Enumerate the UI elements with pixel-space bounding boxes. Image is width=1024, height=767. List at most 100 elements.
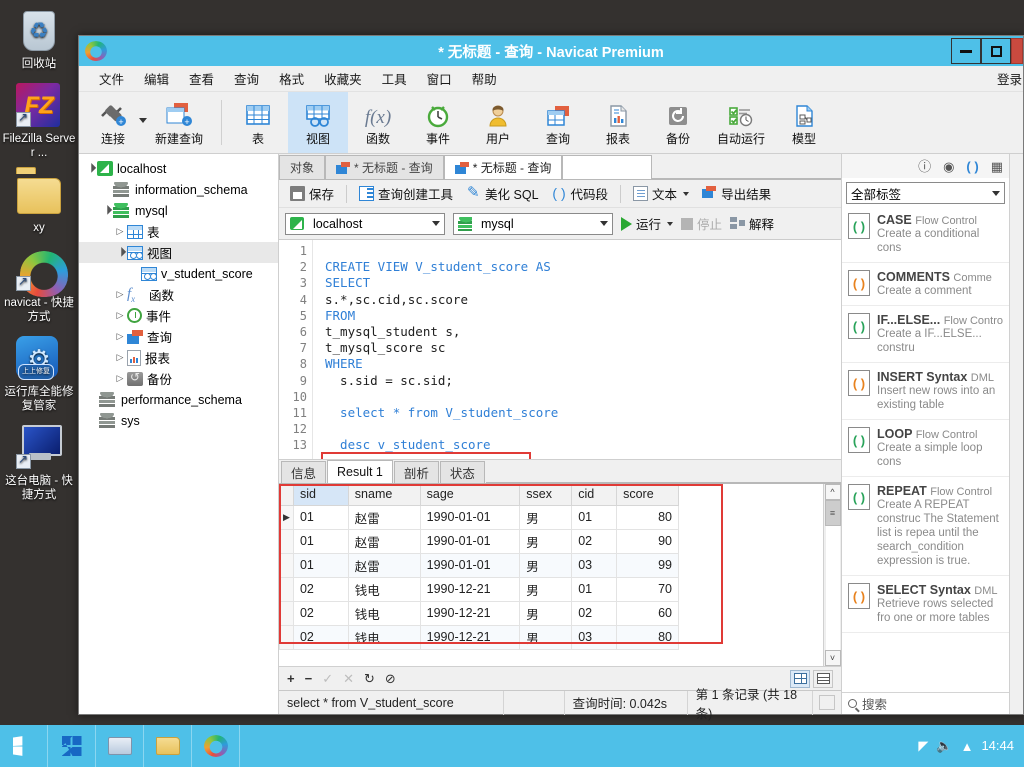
- delete-record-button[interactable]: −: [305, 671, 313, 686]
- expand-arrow-icon[interactable]: [113, 247, 127, 258]
- expand-arrow-icon[interactable]: [99, 205, 113, 216]
- cell-sname[interactable]: 赵雷: [347, 528, 421, 554]
- cell-sname[interactable]: 钱电: [347, 576, 421, 602]
- chevron-down-icon[interactable]: [683, 191, 690, 196]
- window-vertical-scrollbar[interactable]: [1009, 154, 1023, 714]
- tag-filter-select[interactable]: 全部标签: [846, 182, 1005, 204]
- chevron-down-icon[interactable]: [667, 221, 674, 226]
- snippet-item-if-else[interactable]: IF...ELSE... Flow Contro Create a IF...E…: [842, 306, 1009, 363]
- result-grid[interactable]: sid sname sage ssex cid score ▶ 01 赵雷 19…: [279, 484, 823, 666]
- text-button[interactable]: 文本: [628, 182, 694, 205]
- tab-profile[interactable]: 剖析: [393, 461, 439, 483]
- cell-score[interactable]: 70: [616, 576, 679, 602]
- tree-item-information-schema[interactable]: information_schema: [79, 179, 278, 200]
- column-header-sage[interactable]: sage: [419, 484, 521, 506]
- cell-ssex[interactable]: 男: [519, 600, 573, 626]
- column-header-ssex[interactable]: ssex: [519, 484, 573, 506]
- menu-item-window[interactable]: 窗口: [417, 66, 462, 91]
- ribbon-report[interactable]: 报表: [588, 92, 648, 153]
- cell-score[interactable]: 90: [616, 528, 679, 554]
- table-row[interactable]: 02 钱电 1990-12-21 男 01 70: [279, 576, 679, 602]
- collapse-arrow-icon[interactable]: [113, 226, 127, 237]
- cell-ssex[interactable]: 男: [519, 552, 573, 578]
- login-link[interactable]: 登录: [997, 69, 1023, 88]
- ribbon-event[interactable]: 事件: [408, 92, 468, 153]
- ribbon-query[interactable]: 查询: [528, 92, 588, 153]
- stop-button[interactable]: ⊘: [385, 671, 396, 687]
- cell-score[interactable]: 80: [616, 504, 679, 530]
- navigation-sidebar[interactable]: localhost information_schema mysql 表: [79, 154, 279, 714]
- cell-sage[interactable]: 1990-12-21: [419, 624, 521, 650]
- cell-sage[interactable]: 1990-01-01: [419, 504, 521, 530]
- tree-item-queries[interactable]: 查询: [79, 326, 278, 347]
- taskbar-explorer[interactable]: [96, 725, 144, 767]
- column-header-sid[interactable]: sid: [292, 484, 349, 506]
- cell-cid[interactable]: 01: [571, 504, 618, 530]
- cell-sid[interactable]: 02: [292, 600, 349, 626]
- menu-item-query[interactable]: 查询: [224, 66, 269, 91]
- collapse-arrow-icon[interactable]: [113, 373, 127, 384]
- explain-button[interactable]: 解释: [730, 214, 774, 233]
- status-end-icon[interactable]: [813, 695, 841, 710]
- sql-editor[interactable]: 1 2 3 4 5 6 7 8 9 10 11 12 13 CREATE VIE…: [279, 240, 841, 460]
- column-header-score[interactable]: score: [616, 484, 679, 506]
- taskbar-clock[interactable]: 14:44: [981, 739, 1014, 753]
- snippet-button[interactable]: ( ) 代码段: [547, 182, 614, 205]
- save-button[interactable]: 保存: [285, 182, 339, 205]
- snippet-item-repeat[interactable]: REPEAT Flow Control Create A REPEAT cons…: [842, 477, 1009, 576]
- cell-ssex[interactable]: 男: [519, 528, 573, 554]
- result-vertical-scrollbar[interactable]: ^ ≡ ˅: [823, 484, 841, 666]
- menu-item-view[interactable]: 查看: [179, 66, 224, 91]
- tree-item-mysql[interactable]: mysql: [79, 200, 278, 221]
- cell-cid[interactable]: 02: [571, 600, 618, 626]
- tree-item-events[interactable]: 事件: [79, 305, 278, 326]
- cell-cid[interactable]: 03: [571, 624, 618, 650]
- expand-arrow-icon[interactable]: [83, 163, 97, 174]
- desktop-icon-this-pc[interactable]: 这台电脑 - 快捷方式: [0, 425, 78, 502]
- ribbon-backup[interactable]: 备份: [648, 92, 708, 153]
- collapse-arrow-icon[interactable]: [113, 331, 127, 342]
- tree-item-v-student-score[interactable]: v_student_score: [79, 263, 278, 284]
- cell-cid[interactable]: 01: [571, 576, 618, 602]
- cell-sname[interactable]: 钱电: [347, 624, 421, 650]
- desktop-icon-repair-tool[interactable]: 运行库全能修复管家: [0, 336, 78, 413]
- cell-ssex[interactable]: 男: [519, 624, 573, 650]
- ribbon-view[interactable]: 视图: [288, 92, 348, 153]
- desktop-icon-navicat[interactable]: navicat - 快捷方式: [0, 247, 78, 324]
- code-icon[interactable]: ( ): [966, 160, 978, 173]
- snippet-item-loop[interactable]: LOOP Flow Control Create a simple loop c…: [842, 420, 1009, 477]
- cell-sage[interactable]: 1990-12-21: [419, 600, 521, 626]
- ribbon-model[interactable]: 模型: [774, 92, 834, 153]
- menu-item-help[interactable]: 帮助: [462, 66, 507, 91]
- snippet-item-comments[interactable]: COMMENTS Comme Create a comment: [842, 263, 1009, 306]
- refresh-button[interactable]: ↻: [364, 671, 375, 687]
- maximize-button[interactable]: [981, 38, 1011, 64]
- tree-item-reports[interactable]: 报表: [79, 347, 278, 368]
- tree-item-tables[interactable]: 表: [79, 221, 278, 242]
- snippet-item-case[interactable]: CASE Flow Control Create a conditional c…: [842, 206, 1009, 263]
- cell-sage[interactable]: 1990-01-01: [419, 552, 521, 578]
- tab-query-2[interactable]: * 无标题 - 查询: [443, 155, 563, 179]
- export-result-button[interactable]: 导出结果: [697, 182, 776, 205]
- tab-status[interactable]: 状态: [439, 461, 485, 483]
- ribbon-user[interactable]: 用户: [468, 92, 528, 153]
- menu-item-file[interactable]: 文件: [89, 66, 134, 91]
- snippet-search-box[interactable]: 搜索: [842, 692, 1009, 714]
- taskbar-folder[interactable]: [144, 725, 192, 767]
- menu-item-edit[interactable]: 编辑: [134, 66, 179, 91]
- tree-item-functions[interactable]: fx 函数: [79, 284, 278, 305]
- host-select[interactable]: localhost: [285, 212, 445, 235]
- tree-item-performance-schema[interactable]: performance_schema: [79, 389, 278, 410]
- menu-item-tools[interactable]: 工具: [372, 66, 417, 91]
- menu-item-favorites[interactable]: 收藏夹: [314, 66, 372, 91]
- cell-cid[interactable]: 02: [571, 528, 618, 554]
- beautify-sql-button[interactable]: 美化 SQL: [461, 182, 544, 205]
- column-header-sname[interactable]: sname: [347, 484, 421, 506]
- desktop-icon-recycle-bin[interactable]: 回收站: [0, 8, 78, 71]
- column-header-cid[interactable]: cid: [571, 484, 618, 506]
- snippet-item-insert-syntax[interactable]: INSERT Syntax DML Insert new rows into a…: [842, 363, 1009, 420]
- query-builder-button[interactable]: 查询创建工具: [354, 182, 458, 205]
- cell-sid[interactable]: 01: [292, 552, 349, 578]
- cell-score[interactable]: 99: [616, 552, 679, 578]
- cell-sid[interactable]: 02: [292, 624, 349, 650]
